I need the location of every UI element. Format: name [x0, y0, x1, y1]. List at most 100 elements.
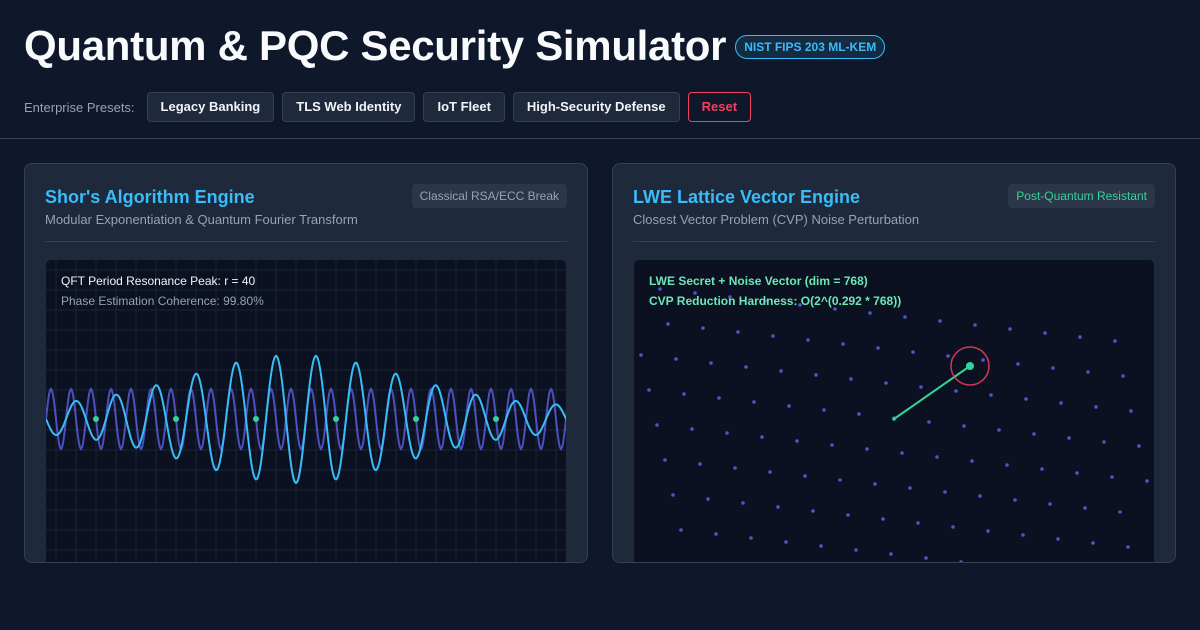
phase-coherence-readout: Phase Estimation Coherence: 99.80%	[61, 294, 264, 308]
lattice-point	[935, 455, 939, 459]
lattice-point	[908, 486, 912, 490]
lattice-point	[1113, 339, 1117, 343]
lattice-point	[714, 532, 718, 536]
lattice-point	[857, 412, 861, 416]
lattice-point	[787, 404, 791, 408]
resonance-wave	[46, 354, 566, 485]
lattice-point	[1059, 401, 1063, 405]
lattice-point	[1056, 537, 1060, 541]
lattice-point	[795, 439, 799, 443]
period-marker	[493, 416, 499, 422]
period-marker	[173, 416, 179, 422]
lattice-point	[725, 431, 729, 435]
lattice-point	[962, 424, 966, 428]
lattice-point	[752, 400, 756, 404]
lattice-point	[924, 556, 928, 560]
lattice-point	[889, 552, 893, 556]
lattice-point	[819, 544, 823, 548]
lwe-panel-subtitle: Closest Vector Problem (CVP) Noise Pertu…	[633, 212, 920, 227]
lattice-point	[1129, 409, 1133, 413]
lattice-point	[927, 420, 931, 424]
lattice-point	[900, 451, 904, 455]
lattice-point	[919, 385, 923, 389]
lattice-point	[1013, 498, 1017, 502]
lattice-point	[1137, 444, 1141, 448]
lattice-point	[946, 354, 950, 358]
lattice-point	[849, 377, 853, 381]
lattice-point	[674, 357, 678, 361]
lattice-point	[701, 326, 705, 330]
lattice-point	[1032, 432, 1036, 436]
lattice-point	[838, 478, 842, 482]
title-row: Quantum & PQC Security Simulator NIST FI…	[24, 22, 886, 70]
lattice-point	[768, 470, 772, 474]
shor-panel-subtitle: Modular Exponentiation & Quantum Fourier…	[45, 212, 358, 227]
lattice-point	[873, 482, 877, 486]
lattice-point	[970, 459, 974, 463]
lattice-point	[682, 392, 686, 396]
noise-vector	[893, 365, 971, 420]
lattice-point	[784, 540, 788, 544]
lattice-point	[679, 528, 683, 532]
lattice-point	[1067, 436, 1071, 440]
lattice-point	[841, 342, 845, 346]
post-quantum-tag: Post-Quantum Resistant	[1008, 184, 1155, 208]
lwe-panel-title: LWE Lattice Vector Engine	[633, 187, 861, 207]
period-marker	[413, 416, 419, 422]
lattice-point	[1121, 374, 1125, 378]
lattice-point	[663, 458, 667, 462]
lattice-point	[1008, 327, 1012, 331]
app-header: Quantum & PQC Security Simulator NIST FI…	[0, 0, 1200, 139]
page-title: Quantum & PQC Security Simulator	[24, 22, 727, 69]
lattice-point	[943, 490, 947, 494]
lattice-point	[806, 338, 810, 342]
lwe-engine-panel: LWE Lattice Vector Engine Closest Vector…	[612, 163, 1176, 563]
lattice-point	[1051, 366, 1055, 370]
lattice-point	[989, 393, 993, 397]
lattice-point	[741, 501, 745, 505]
lattice-point	[1040, 467, 1044, 471]
lattice-point	[1083, 506, 1087, 510]
lattice-point	[1126, 545, 1130, 549]
cvp-hardness-readout: CVP Reduction Hardness: O(2^(0.292 * 768…	[649, 294, 902, 308]
lattice-point	[717, 396, 721, 400]
lattice-point	[1086, 370, 1090, 374]
shor-engine-panel: Shor's Algorithm Engine Modular Exponent…	[24, 163, 588, 563]
preset-legacy-banking-button[interactable]: Legacy Banking	[146, 92, 275, 122]
preset-iot-fleet-button[interactable]: IoT Fleet	[423, 92, 505, 122]
lattice-point	[666, 322, 670, 326]
lattice-point	[1078, 335, 1082, 339]
shor-panel-divider	[45, 241, 567, 242]
lwe-secret-readout: LWE Secret + Noise Vector (dim = 768)	[649, 274, 868, 288]
lattice-point	[771, 334, 775, 338]
lattice-point	[1075, 471, 1079, 475]
lattice-point	[884, 381, 888, 385]
lattice-point	[1024, 397, 1028, 401]
lwe-panel-divider	[633, 241, 1155, 242]
lattice-point	[903, 315, 907, 319]
lattice-point	[881, 517, 885, 521]
lattice-point	[736, 330, 740, 334]
lattice-point	[854, 548, 858, 552]
fips-badge: NIST FIPS 203 ML-KEM	[735, 35, 886, 59]
lattice-point	[655, 423, 659, 427]
preset-high-security-defense-button[interactable]: High-Security Defense	[512, 92, 680, 122]
lattice-point	[1094, 405, 1098, 409]
reset-button[interactable]: Reset	[687, 92, 752, 122]
lattice-point	[744, 365, 748, 369]
presets-label: Enterprise Presets:	[24, 99, 135, 115]
lattice-canvas: LWE Secret + Noise Vector (dim = 768) CV…	[633, 259, 1155, 562]
lattice-point	[639, 353, 643, 357]
preset-tls-web-identity-button[interactable]: TLS Web Identity	[282, 92, 416, 122]
lattice-point	[978, 494, 982, 498]
preset-toolbar: Enterprise Presets: Legacy Banking TLS W…	[24, 92, 759, 122]
lattice-point	[709, 361, 713, 365]
lattice-point	[706, 497, 710, 501]
classical-break-tag: Classical RSA/ECC Break	[411, 184, 567, 208]
period-marker	[333, 416, 339, 422]
shor-panel-title: Shor's Algorithm Engine	[45, 187, 255, 207]
lattice-point	[1021, 533, 1025, 537]
lattice-point	[1048, 502, 1052, 506]
target-point	[966, 362, 974, 370]
lattice-point	[814, 373, 818, 377]
